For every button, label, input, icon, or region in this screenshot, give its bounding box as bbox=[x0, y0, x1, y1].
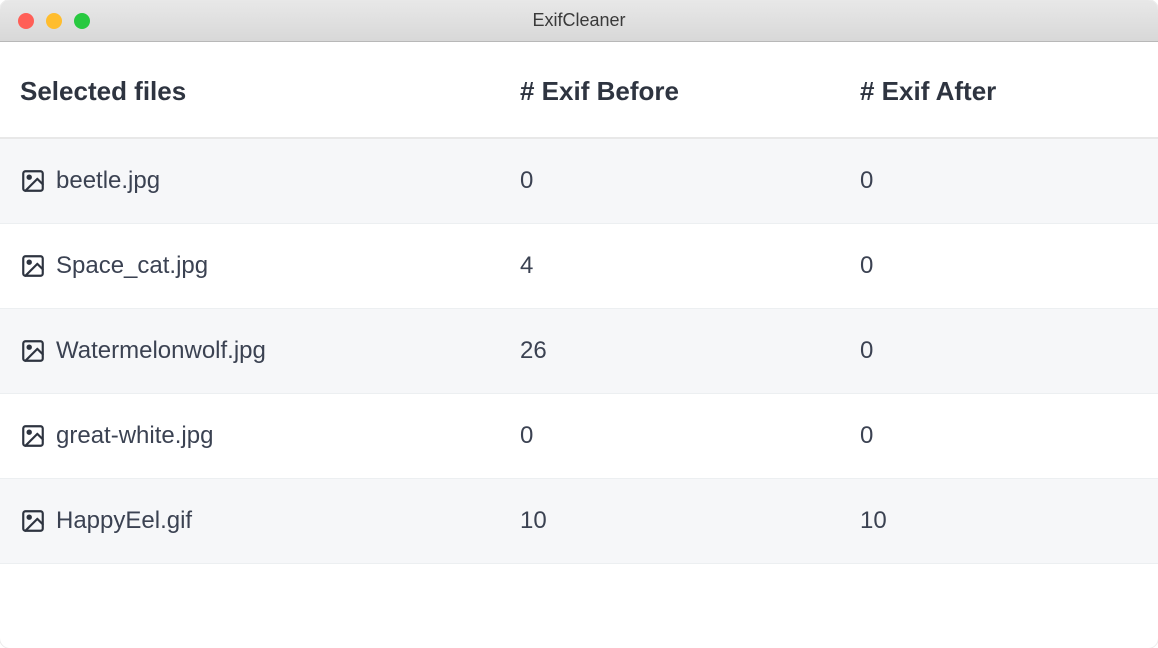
cell-exif-before: 0 bbox=[520, 167, 860, 195]
filename-label: great-white.jpg bbox=[56, 422, 213, 450]
cell-exif-after: 0 bbox=[860, 422, 1138, 450]
header-selected-files: Selected files bbox=[20, 76, 520, 107]
filename-label: Watermelonwolf.jpg bbox=[56, 337, 266, 365]
table-header: Selected files # Exif Before # Exif Afte… bbox=[0, 42, 1158, 139]
cell-filename: Watermelonwolf.jpg bbox=[20, 337, 520, 365]
table-row[interactable]: Watermelonwolf.jpg 260 bbox=[0, 309, 1158, 394]
cell-exif-after: 0 bbox=[860, 337, 1138, 365]
cell-exif-before: 10 bbox=[520, 507, 860, 535]
titlebar: ExifCleaner bbox=[0, 0, 1158, 42]
cell-exif-after: 0 bbox=[860, 252, 1138, 280]
filename-label: beetle.jpg bbox=[56, 167, 160, 195]
file-table: Selected files # Exif Before # Exif Afte… bbox=[0, 42, 1158, 564]
traffic-lights bbox=[0, 13, 90, 29]
header-exif-after: # Exif After bbox=[860, 76, 1138, 107]
cell-exif-before: 4 bbox=[520, 252, 860, 280]
header-exif-before: # Exif Before bbox=[520, 76, 860, 107]
table-body: beetle.jpg00 Space_cat.jpg40 Watermelonw… bbox=[0, 139, 1158, 564]
table-row[interactable]: HappyEel.gif 1010 bbox=[0, 479, 1158, 564]
zoom-button[interactable] bbox=[74, 13, 90, 29]
image-icon bbox=[20, 168, 46, 194]
image-icon bbox=[20, 338, 46, 364]
image-icon bbox=[20, 423, 46, 449]
cell-exif-after: 0 bbox=[860, 167, 1138, 195]
table-row[interactable]: great-white.jpg 00 bbox=[0, 394, 1158, 479]
filename-label: Space_cat.jpg bbox=[56, 252, 208, 280]
cell-filename: great-white.jpg bbox=[20, 422, 520, 450]
filename-label: HappyEel.gif bbox=[56, 507, 192, 535]
image-icon bbox=[20, 508, 46, 534]
window-title: ExifCleaner bbox=[0, 10, 1158, 31]
minimize-button[interactable] bbox=[46, 13, 62, 29]
table-row[interactable]: Space_cat.jpg 40 bbox=[0, 224, 1158, 309]
image-icon bbox=[20, 253, 46, 279]
table-row[interactable]: beetle.jpg 00 bbox=[0, 139, 1158, 224]
cell-exif-after: 10 bbox=[860, 507, 1138, 535]
cell-filename: HappyEel.gif bbox=[20, 507, 520, 535]
close-button[interactable] bbox=[18, 13, 34, 29]
cell-exif-before: 26 bbox=[520, 337, 860, 365]
cell-filename: beetle.jpg bbox=[20, 167, 520, 195]
cell-exif-before: 0 bbox=[520, 422, 860, 450]
cell-filename: Space_cat.jpg bbox=[20, 252, 520, 280]
